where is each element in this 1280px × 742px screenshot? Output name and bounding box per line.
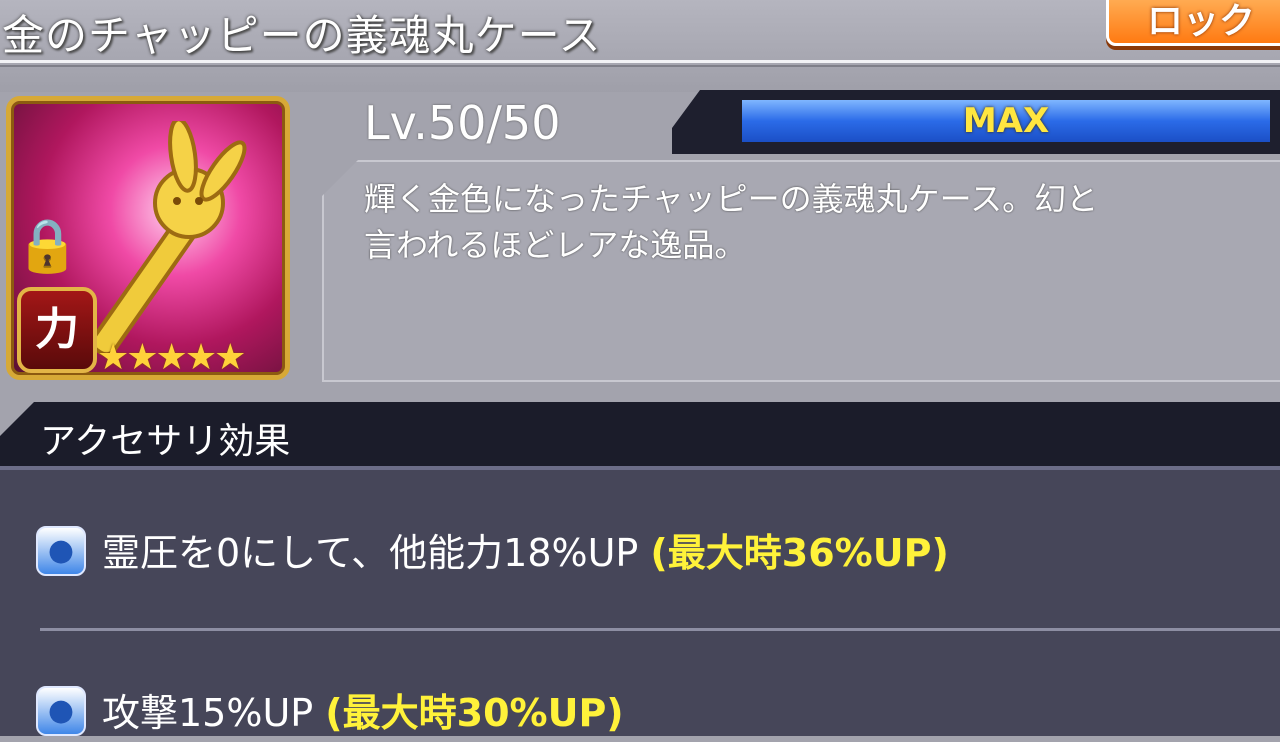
effect-max-value: (最大時30%UP) [325, 691, 624, 735]
effect-description: 霊圧を0にして、他能力18%UP [102, 531, 651, 575]
title-divider-shadow [0, 65, 1280, 67]
effects-divider [40, 628, 1280, 631]
effect-person-icon: ● [36, 686, 86, 736]
item-icon: 🔒 力 ★★★★★ [6, 96, 290, 380]
lock-icon: 🔒 [15, 216, 80, 276]
effect-text: 霊圧を0にして、他能力18%UP (最大時36%UP) [102, 522, 949, 577]
title-divider [0, 60, 1280, 63]
effect-person-icon: ● [36, 526, 86, 576]
attribute-badge: 力 [17, 287, 97, 373]
effect-text: 攻撃15%UP (最大時30%UP) [102, 682, 624, 737]
item-description: 輝く金色になったチャッピーの義魂丸ケース。幻と 言われるほどレアな逸品。 [364, 176, 1244, 268]
level-bar-label: MAX [962, 101, 1050, 141]
effect-description: 攻撃15%UP [102, 691, 326, 735]
lock-button[interactable]: ロック [1106, 0, 1280, 46]
item-title: 金のチャッピーの義魂丸ケース [2, 11, 602, 60]
effects-section-title: アクセサリ効果 [40, 421, 291, 462]
header-bar: 金のチャッピーの義魂丸ケース [0, 0, 1280, 92]
description-line: 言われるほどレアな逸品。 [364, 226, 747, 264]
rarity-stars: ★★★★★ [97, 337, 246, 378]
item-level: Lv.50/50 [364, 96, 561, 150]
effect-max-value: (最大時36%UP) [650, 531, 949, 575]
description-line: 輝く金色になったチャッピーの義魂丸ケース。幻と [364, 180, 1099, 218]
